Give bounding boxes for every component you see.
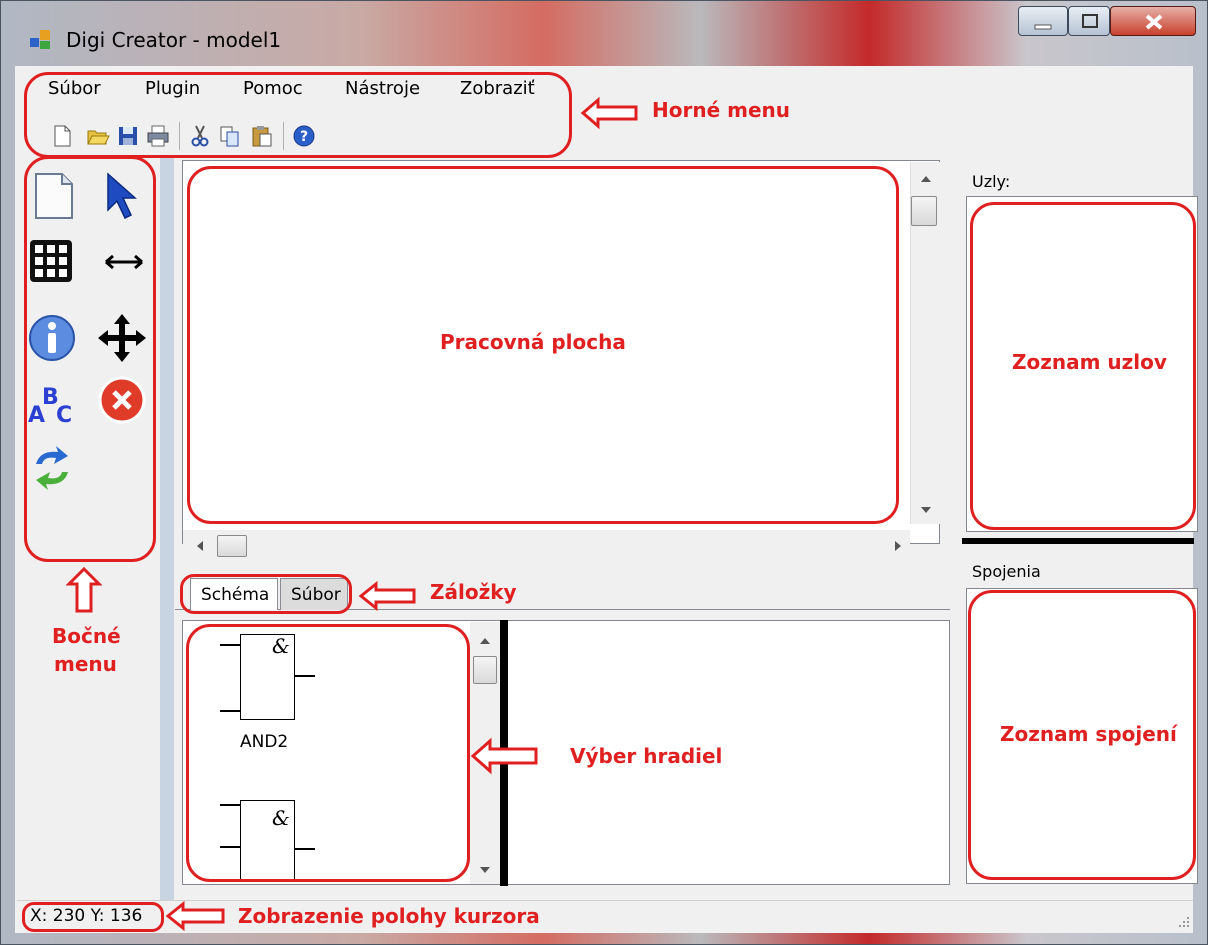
annotation-tabs: Záložky [430,580,517,604]
annotation-side-menu-1: Bočné [52,624,121,648]
toolbar-separator [179,122,180,150]
gate-and2[interactable]: & [220,800,320,880]
tab-schema[interactable]: Schéma [190,578,278,610]
tab-subor[interactable]: Súbor [280,578,348,610]
pointer-icon[interactable] [98,170,150,222]
menu-subor[interactable]: Súbor [48,78,101,99]
gate-output-wire [295,675,315,677]
paste-icon[interactable] [250,124,274,148]
gate-and2[interactable]: & [220,630,320,720]
new-page-icon[interactable] [28,170,80,222]
abc-text-icon[interactable]: ABC [26,378,78,430]
gate-symbol: & [272,806,290,830]
app-icon [30,30,52,50]
refresh-icon[interactable] [26,442,78,494]
workspace-hscroll-thumb[interactable] [217,535,247,557]
menu-zobrazit[interactable]: Zobraziť [460,78,535,99]
nodes-label: Uzly: [972,172,1011,191]
workspace-horizontal-scrollbar[interactable] [183,530,931,562]
workspace-vscroll-thumb[interactable] [911,196,937,226]
gate-panel-splitter[interactable] [500,620,508,886]
help-icon[interactable]: ? [292,124,316,148]
grid-icon[interactable] [26,236,78,288]
resize-grip-icon[interactable] [1175,913,1191,929]
gate-input-wire [220,804,240,806]
right-panel-splitter[interactable] [962,538,1194,544]
gate-input-wire [220,846,240,848]
close-button[interactable] [1110,6,1196,36]
print-icon[interactable] [146,124,170,148]
annotation-connection-list: Zoznam spojení [1000,722,1177,746]
gate-input-wire [220,644,240,646]
annotation-node-list: Zoznam uzlov [1012,350,1167,374]
status-bar [17,900,1193,932]
gate-list-scroll-thumb[interactable] [473,656,497,684]
minimize-button[interactable] [1018,6,1068,36]
delete-icon[interactable] [96,374,148,426]
gate-label: AND2 [240,732,289,752]
gate-input-wire [220,710,240,712]
svg-text:C: C [56,403,72,428]
annotation-cursor-position: Zobrazenie polohy kurzora [238,904,540,928]
annotation-gate-selection: Výber hradiel [570,744,723,768]
new-file-icon[interactable] [50,124,74,148]
window-title: Digi Creator - model1 [66,28,282,52]
maximize-button[interactable] [1068,6,1110,36]
menu-pomoc[interactable]: Pomoc [243,78,303,99]
cursor-position-text: X: 230 Y: 136 [30,906,143,926]
menu-plugin[interactable]: Plugin [145,78,200,99]
info-icon[interactable] [26,312,78,364]
annotation-side-menu-2: menu [54,652,117,676]
side-menu-splitter[interactable] [160,155,174,900]
annotation-top-menu: Horné menu [652,98,790,122]
annotation-workspace: Pracovná plocha [440,330,626,354]
connections-label: Spojenia [972,562,1041,581]
horizontal-resize-icon[interactable] [98,236,150,288]
cut-icon[interactable] [188,124,212,148]
gate-symbol: & [272,634,290,658]
svg-text:?: ? [300,129,308,145]
save-icon[interactable] [116,124,140,148]
copy-icon[interactable] [218,124,242,148]
move-icon[interactable] [94,310,146,362]
menu-nastroje[interactable]: Nástroje [345,78,420,99]
open-folder-icon[interactable] [86,124,110,148]
gate-output-wire [295,848,315,850]
toolbar-separator [283,122,284,150]
